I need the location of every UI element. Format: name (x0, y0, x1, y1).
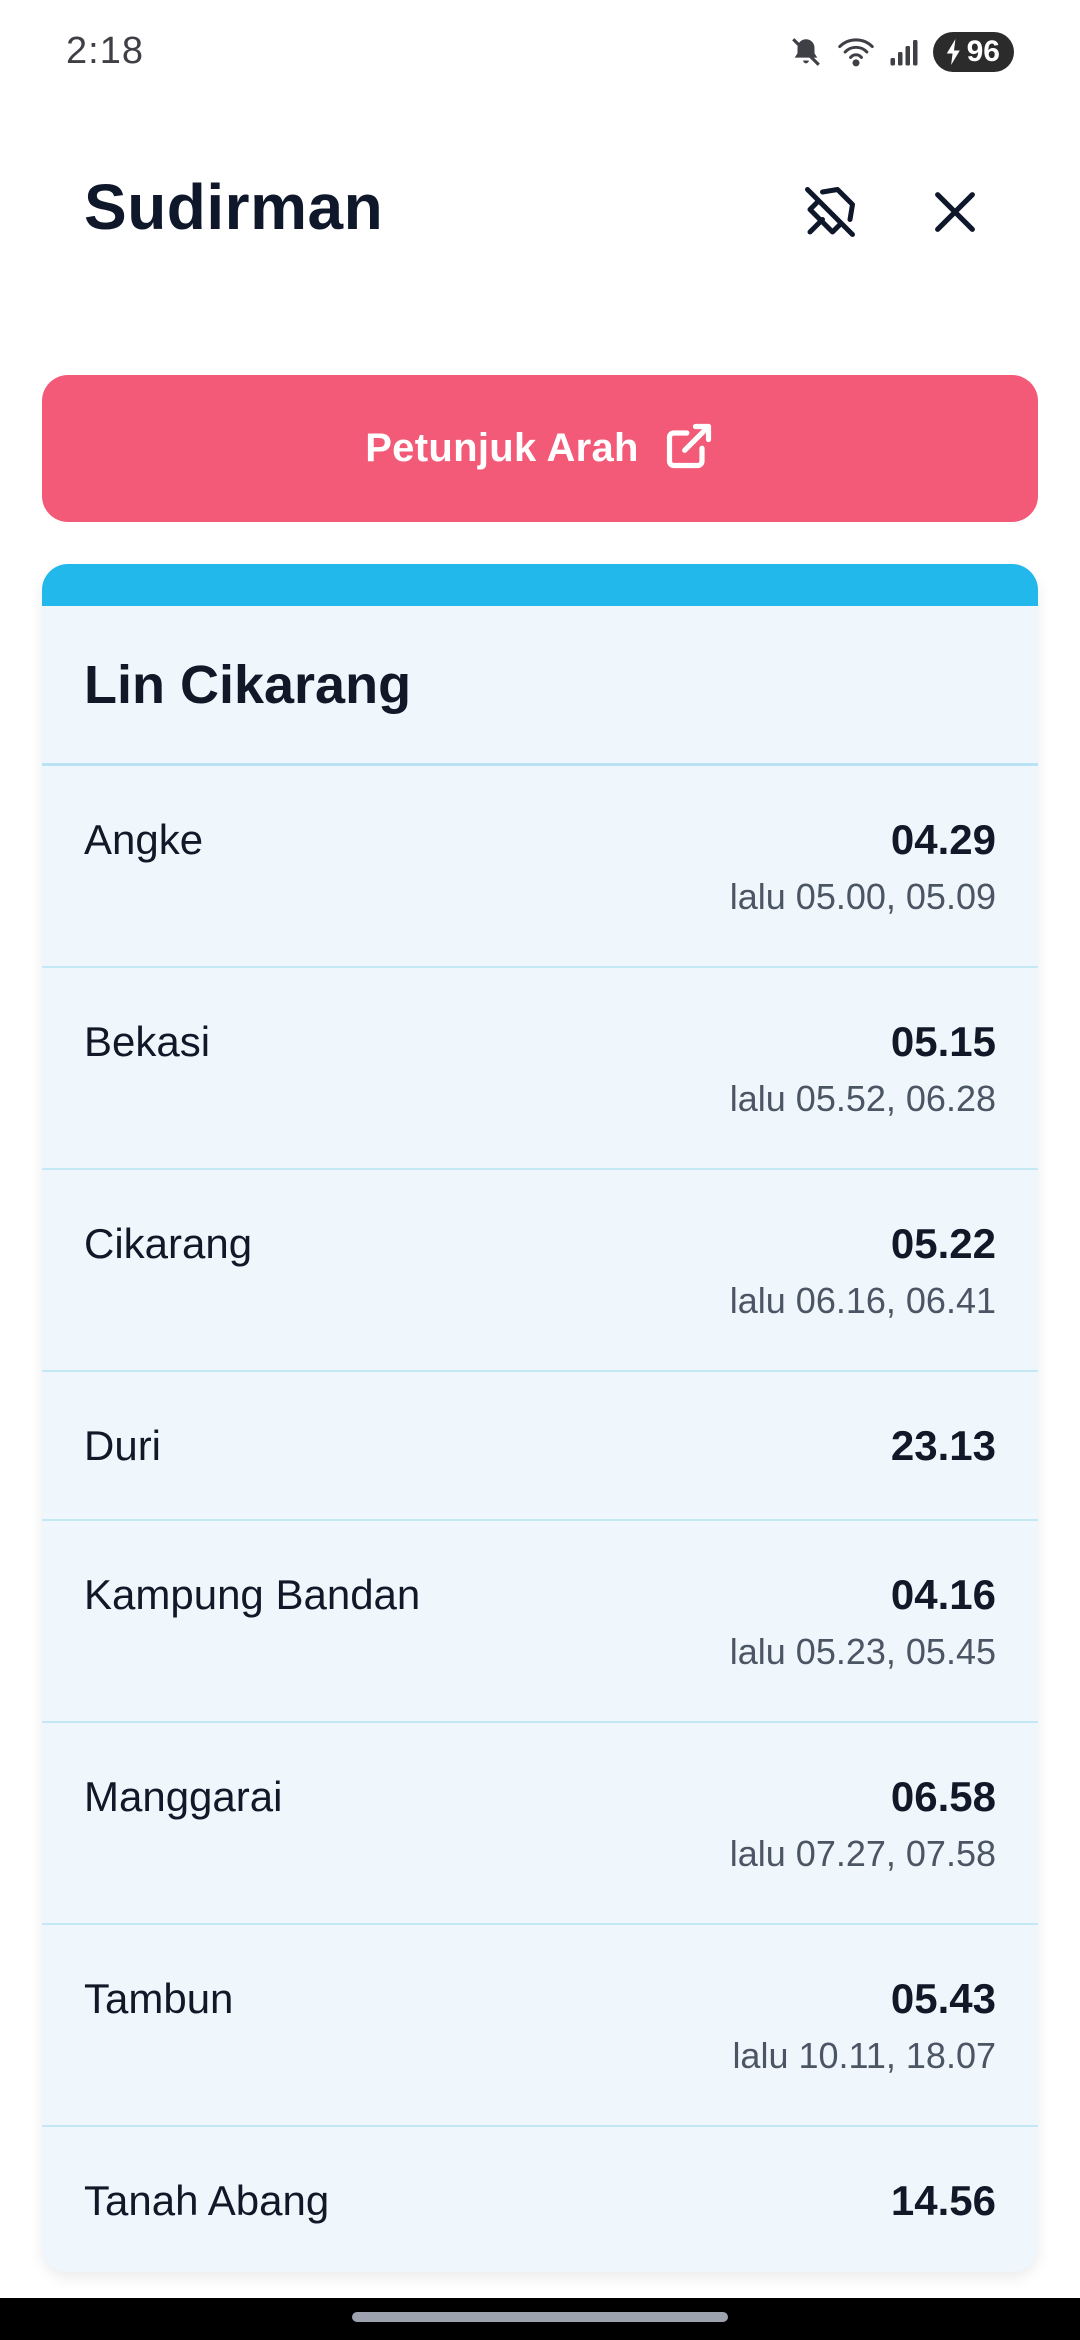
next-departure-time: 05.22 (890, 1220, 996, 1267)
close-icon (929, 186, 981, 243)
system-nav-bar (0, 2298, 1080, 2340)
signal-icon (889, 37, 919, 67)
status-bar: 2:18 96 (0, 0, 1080, 106)
station-name: Kampung Bandan (84, 1571, 421, 1618)
directions-button[interactable]: Petunjuk Arah (42, 375, 1038, 522)
card-header: Lin Cikarang (42, 606, 1038, 766)
status-icons: 96 (789, 32, 1014, 72)
later-departures: lalu 05.52, 06.28 (729, 1078, 996, 1119)
schedule-row[interactable]: Tambun 05.43 lalu 10.11, 18.07 (42, 1925, 1038, 2127)
station-name: Tambun (84, 1975, 234, 2022)
next-departure-time: 05.43 (890, 1975, 996, 2022)
mute-icon (789, 35, 823, 69)
battery-charging-icon (945, 39, 963, 65)
battery-level: 96 (966, 35, 1000, 68)
later-departures: lalu 05.23, 05.45 (729, 1631, 996, 1672)
wifi-icon (837, 37, 875, 67)
station-name: Manggarai (84, 1773, 283, 1820)
next-departure-time: 14.56 (890, 2177, 996, 2224)
later-departures: lalu 10.11, 18.07 (732, 2035, 996, 2076)
later-departures: lalu 07.27, 07.58 (729, 1833, 996, 1874)
line-card: Lin Cikarang Angke 04.29 lalu 05.00, 05.… (42, 564, 1038, 2272)
pin-off-icon (800, 182, 860, 247)
later-departures: lalu 06.16, 06.41 (729, 1280, 996, 1321)
schedule-row[interactable]: Cikarang 05.22 lalu 06.16, 06.41 (42, 1170, 1038, 1372)
status-time: 2:18 (66, 30, 144, 72)
close-button[interactable] (915, 174, 995, 254)
page-title: Sudirman (84, 171, 384, 243)
station-name: Duri (84, 1422, 162, 1469)
header: Sudirman (0, 150, 1080, 270)
battery-indicator: 96 (932, 32, 1014, 72)
later-departures: lalu 05.00, 05.09 (729, 876, 996, 917)
next-departure-time: 06.58 (890, 1773, 996, 1820)
schedule-row[interactable]: Manggarai 06.58 lalu 07.27, 07.58 (42, 1723, 1038, 1925)
card-accent-bar (42, 564, 1038, 606)
next-departure-time: 23.13 (890, 1422, 996, 1469)
schedule-row[interactable]: Angke 04.29 lalu 05.00, 05.09 (42, 766, 1038, 968)
station-name: Angke (84, 816, 204, 863)
next-departure-time: 05.15 (890, 1018, 996, 1065)
station-name: Bekasi (84, 1018, 211, 1065)
home-gesture-handle[interactable] (352, 2312, 728, 2322)
external-link-icon (663, 420, 715, 477)
schedule-row[interactable]: Bekasi 05.15 lalu 05.52, 06.28 (42, 968, 1038, 1170)
schedule-row[interactable]: Tanah Abang 14.56 (42, 2127, 1038, 2272)
next-departure-time: 04.16 (890, 1571, 996, 1618)
station-name: Tanah Abang (84, 2177, 330, 2224)
unpin-button[interactable] (790, 174, 870, 254)
next-departure-time: 04.29 (890, 816, 996, 863)
schedule-row[interactable]: Kampung Bandan 04.16 lalu 05.23, 05.45 (42, 1521, 1038, 1723)
directions-label: Petunjuk Arah (365, 426, 639, 470)
schedule-row[interactable]: Duri 23.13 (42, 1372, 1038, 1521)
station-name: Cikarang (84, 1220, 253, 1267)
line-title: Lin Cikarang (84, 654, 412, 715)
